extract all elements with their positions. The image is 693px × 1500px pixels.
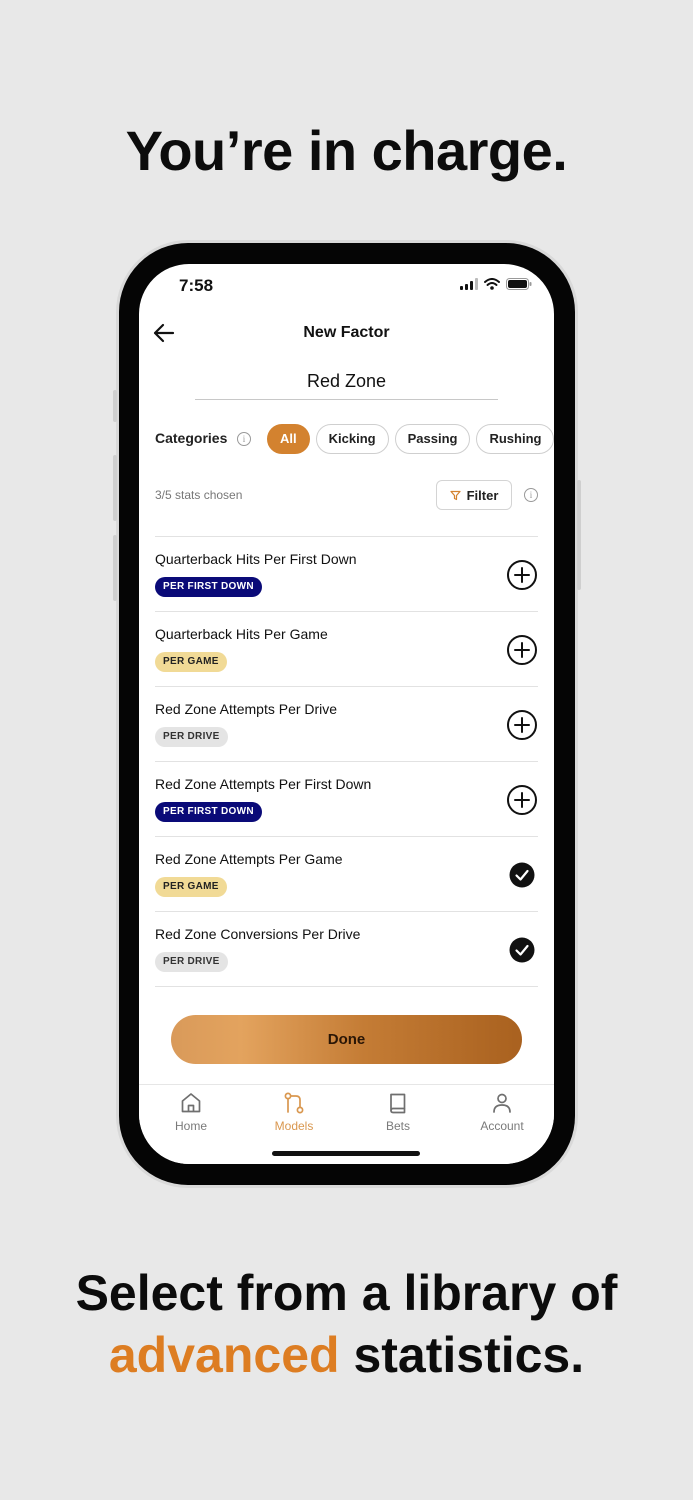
stat-title: Red Zone Conversions Per Drive <box>155 926 361 942</box>
done-button[interactable]: Done <box>171 1015 522 1064</box>
phone-side-button <box>577 480 581 590</box>
phone-side-button <box>113 535 117 601</box>
add-circle-icon[interactable] <box>506 634 538 666</box>
tab-account[interactable]: Account <box>462 1091 542 1133</box>
filter-button[interactable]: Filter <box>436 480 512 510</box>
stat-row[interactable]: Red Zone Attempts Per Game PER GAME <box>155 837 538 912</box>
stat-row[interactable]: Quarterback Hits Per First Down PER FIRS… <box>155 537 538 612</box>
page-title: New Factor <box>303 324 390 341</box>
stat-badge: PER FIRST DOWN <box>155 577 262 597</box>
tagline-accent: advanced <box>108 1327 340 1383</box>
stat-title: Quarterback Hits Per First Down <box>155 551 357 567</box>
book-icon <box>390 1093 406 1114</box>
info-icon[interactable]: i <box>237 432 251 446</box>
chip-passing[interactable]: Passing <box>394 424 471 454</box>
checkmark-circle-icon[interactable] <box>506 859 538 891</box>
app-screen: 7:58 New Factor Categories i All Kicking… <box>139 264 554 1164</box>
info-icon[interactable]: i <box>524 488 538 502</box>
tab-label: Bets <box>385 1119 410 1133</box>
stats-chosen-count: 3/5 stats chosen <box>155 488 243 502</box>
filter-label: Filter <box>466 487 499 503</box>
categories-label: Categories <box>155 430 228 446</box>
status-icons <box>460 278 532 290</box>
chip-all[interactable]: All <box>267 424 310 454</box>
signal-icon <box>460 278 478 290</box>
stat-row[interactable]: Quarterback Hits Per Game PER GAME <box>155 612 538 687</box>
stat-badge: PER GAME <box>155 652 227 672</box>
stat-row[interactable]: Red Zone Attempts Per First Down PER FIR… <box>155 762 538 837</box>
tab-label: Account <box>480 1119 524 1133</box>
tab-label: Models <box>274 1119 314 1133</box>
battery-icon <box>506 278 532 290</box>
factor-name-input[interactable] <box>195 364 498 400</box>
stat-row[interactable]: Red Zone Conversions Per Drive PER DRIVE <box>155 912 538 987</box>
stat-list: Quarterback Hits Per First Down PER FIRS… <box>155 536 538 987</box>
person-icon <box>493 1093 511 1113</box>
chip-rushing[interactable]: Rushing <box>476 424 554 454</box>
tab-label: Home <box>174 1119 207 1133</box>
stat-row[interactable]: Red Zone Attempts Per Drive PER DRIVE <box>155 687 538 762</box>
category-chips: All Kicking Passing Rushing <box>267 424 554 454</box>
wifi-icon <box>484 278 500 290</box>
headline: You’re in charge. <box>125 119 568 182</box>
checkmark-circle-icon[interactable] <box>506 934 538 966</box>
phone-side-button <box>113 455 117 521</box>
tab-home[interactable]: Home <box>151 1091 231 1133</box>
home-icon <box>181 1093 201 1113</box>
status-time: 7:58 <box>179 276 214 295</box>
filter-icon <box>449 490 461 500</box>
add-circle-icon[interactable] <box>506 784 538 816</box>
tagline-line-2: advanced statistics. <box>0 1324 693 1386</box>
models-icon <box>284 1092 304 1114</box>
add-circle-icon[interactable] <box>506 559 538 591</box>
chip-kicking[interactable]: Kicking <box>315 424 389 454</box>
stat-title: Red Zone Attempts Per First Down <box>155 776 372 792</box>
add-circle-icon[interactable] <box>506 709 538 741</box>
tagline-rest: statistics. <box>339 1327 585 1383</box>
stat-title: Quarterback Hits Per Game <box>155 626 328 642</box>
stat-badge: PER FIRST DOWN <box>155 802 262 822</box>
tab-bets[interactable]: Bets <box>358 1091 438 1133</box>
tab-models[interactable]: Models <box>254 1091 334 1133</box>
tagline-line-1: Select from a library of <box>75 1265 618 1321</box>
stat-title: Red Zone Attempts Per Drive <box>155 701 338 717</box>
stat-title: Red Zone Attempts Per Game <box>155 851 343 867</box>
bottom-tagline: Select from a library of advanced statis… <box>0 1262 693 1386</box>
stat-badge: PER GAME <box>155 877 227 897</box>
stat-badge: PER DRIVE <box>155 952 228 972</box>
phone-side-button <box>113 390 117 422</box>
home-indicator <box>272 1151 420 1156</box>
stat-badge: PER DRIVE <box>155 727 228 747</box>
